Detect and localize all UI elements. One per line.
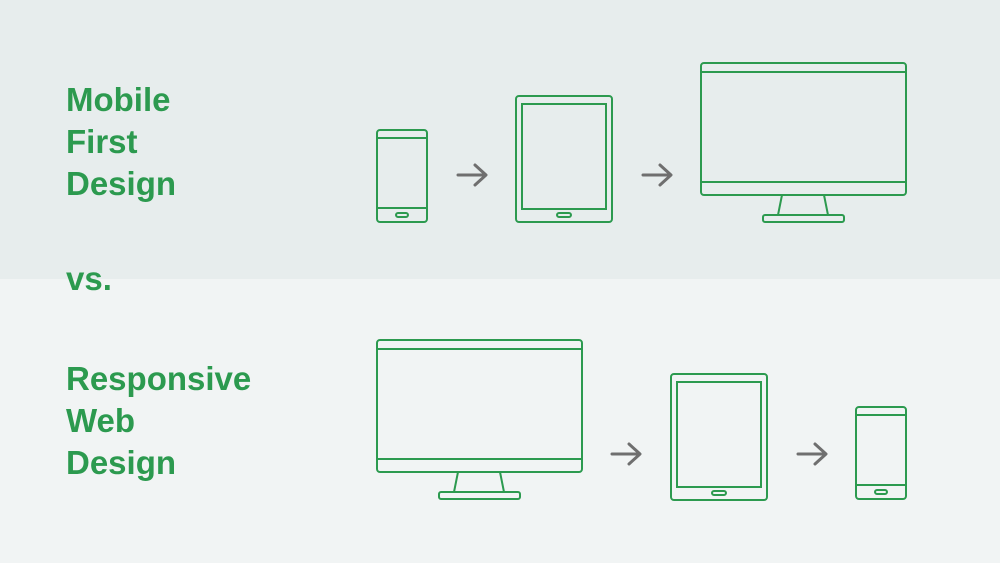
desktop-monitor-icon bbox=[376, 339, 583, 500]
phone-icon bbox=[855, 406, 907, 500]
arrow-right-icon bbox=[456, 163, 488, 187]
arrow-right-icon bbox=[796, 442, 828, 466]
device-illustrations bbox=[376, 62, 907, 501]
arrow-right-icon bbox=[641, 163, 673, 187]
desktop-monitor-icon bbox=[700, 62, 907, 223]
arrow-right-icon bbox=[610, 442, 642, 466]
tablet-icon bbox=[515, 95, 613, 223]
tablet-icon bbox=[670, 373, 768, 501]
phone-icon bbox=[376, 129, 428, 223]
